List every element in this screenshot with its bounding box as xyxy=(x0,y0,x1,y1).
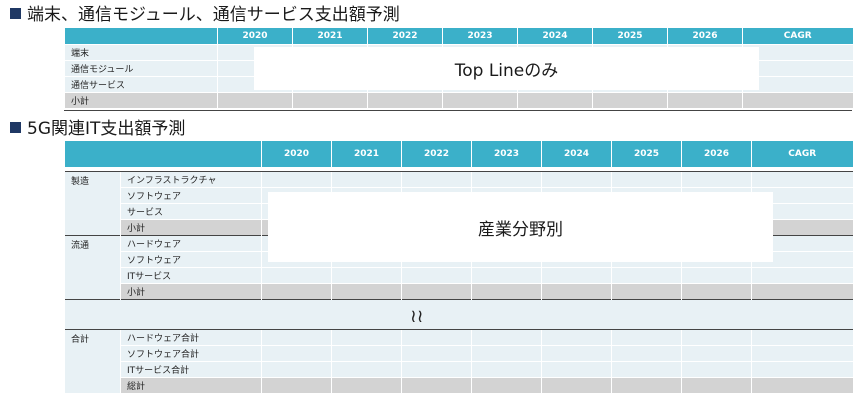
table-row: ソフトウェア合計 xyxy=(65,344,853,361)
group-label: 合計 xyxy=(64,328,121,393)
row-label: ITサービス合計 xyxy=(120,360,262,377)
row-label: サービス xyxy=(120,202,262,219)
row-label: ハードウェア合計 xyxy=(120,328,262,345)
row-label: 小計 xyxy=(120,282,262,299)
group-label: 流通 xyxy=(64,234,121,299)
group-label: 製造 xyxy=(64,170,121,235)
omission-wave-icon: ≀≀ xyxy=(410,306,424,327)
row-label: ハードウェア xyxy=(120,234,262,251)
col-2025: 2025 xyxy=(611,141,682,167)
subtotal-row: 小計 xyxy=(65,282,853,299)
col-2021: 2021 xyxy=(331,141,402,167)
header-blank xyxy=(64,28,218,44)
row-label: 総計 xyxy=(120,376,262,393)
col-2023: 2023 xyxy=(471,141,542,167)
row-label: 通信モジュール xyxy=(64,59,218,76)
col-2026: 2026 xyxy=(681,141,752,167)
row-label: ITサービス xyxy=(120,266,262,283)
row-label: ソフトウェア合計 xyxy=(120,344,262,361)
col-2020: 2020 xyxy=(261,141,332,167)
col-2025: 2025 xyxy=(592,28,668,44)
row-label: 小計 xyxy=(64,91,218,108)
row-label: ソフトウェア xyxy=(120,186,262,203)
row-label: 端末 xyxy=(64,43,218,60)
5g-it-spending-table: 2020 2021 2022 2023 2024 2025 2026 CAGR … xyxy=(64,141,853,393)
table-row: ITサービス xyxy=(65,266,853,283)
row-label: 通信サービス xyxy=(64,75,218,92)
col-2022: 2022 xyxy=(367,28,443,44)
section1-title: 端末、通信モジュール、通信サービス支出額予測 xyxy=(10,4,400,26)
industry-overlay: 産業分野別 xyxy=(268,192,773,262)
col-2024: 2024 xyxy=(517,28,593,44)
col-cagr: CAGR xyxy=(742,28,853,44)
table-bottom-line xyxy=(64,110,852,111)
bullet-square-icon xyxy=(10,122,21,133)
grand-total-row: 総計 xyxy=(65,376,853,393)
col-2022: 2022 xyxy=(401,141,472,167)
table-row: 製造 インフラストラクチャ xyxy=(64,170,853,235)
table-row: ITサービス合計 xyxy=(65,360,853,377)
row-label: 小計 xyxy=(120,218,262,235)
table-row: 合計 ハードウェア合計 xyxy=(64,328,853,393)
col-cagr: CAGR xyxy=(751,141,853,167)
section2-title: 5G関連IT支出額予測 xyxy=(10,118,185,140)
col-2024: 2024 xyxy=(541,141,612,167)
table-header-row: 2020 2021 2022 2023 2024 2025 2026 CAGR xyxy=(64,28,853,44)
top-line-overlay: Top Lineのみ xyxy=(254,47,759,90)
row-label: インフラストラクチャ xyxy=(120,170,262,187)
col-2026: 2026 xyxy=(667,28,743,44)
col-2020: 2020 xyxy=(217,28,293,44)
bullet-square-icon xyxy=(10,8,21,19)
ellipsis-row xyxy=(64,298,853,329)
table-header-row: 2020 2021 2022 2023 2024 2025 2026 CAGR xyxy=(64,141,853,167)
col-2021: 2021 xyxy=(292,28,368,44)
subtotal-row: 小計 xyxy=(64,91,853,108)
col-2023: 2023 xyxy=(442,28,518,44)
row-label: ソフトウェア xyxy=(120,250,262,267)
